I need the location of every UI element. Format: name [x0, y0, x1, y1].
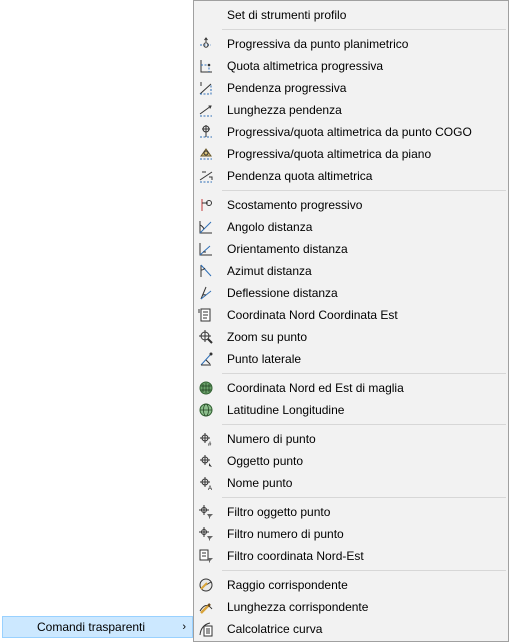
- menu-item[interactable]: Filtro oggetto punto: [194, 501, 508, 523]
- menu-item-label: Numero di punto: [227, 432, 316, 446]
- menu-item[interactable]: Set di strumenti profilo: [194, 4, 508, 26]
- menu-separator: [194, 567, 508, 574]
- menu-item[interactable]: Lunghezza corrispondente: [194, 596, 508, 618]
- menu-item[interactable]: Angolo distanza: [194, 216, 508, 238]
- station-offset-icon: [198, 197, 214, 213]
- azimuth-distance-icon: [198, 263, 214, 279]
- menu-item[interactable]: Deflessione distanza: [194, 282, 508, 304]
- point-object-filter-icon: [198, 504, 214, 520]
- menu-item[interactable]: Orientamento distanza: [194, 238, 508, 260]
- menu-item[interactable]: Zoom su punto: [194, 326, 508, 348]
- menu-item-label: Filtro numero di punto: [227, 527, 344, 541]
- menu-item-label: Filtro oggetto punto: [227, 505, 331, 519]
- latitude-longitude-icon: [198, 402, 214, 418]
- menu-item[interactable]: Lunghezza pendenza: [194, 99, 508, 121]
- menu-item[interactable]: Calcolatrice curva: [194, 618, 508, 640]
- grade-elevation-icon: [198, 168, 214, 184]
- point-object-icon: [198, 453, 214, 469]
- menu-separator: [194, 421, 508, 428]
- menu-item-label: Azimut distanza: [227, 264, 312, 278]
- menu-item-label: Lunghezza pendenza: [227, 103, 342, 117]
- station-from-plan-icon: [198, 36, 214, 52]
- match-radius-icon: [198, 577, 214, 593]
- grade-length-icon: [198, 102, 214, 118]
- menu-item-label: Punto laterale: [227, 352, 302, 366]
- menu-item-comandi-trasparenti[interactable]: Comandi trasparenti ›: [2, 616, 193, 638]
- cogo-point-elevation-icon: [198, 124, 214, 140]
- surface-elevation-icon: [198, 146, 214, 162]
- menu-item-label: Calcolatrice curva: [227, 622, 323, 636]
- menu-item-label: Pendenza progressiva: [227, 81, 347, 95]
- grid-northing-easting-icon: [198, 380, 214, 396]
- menu-item-label: Latitudine Longitudine: [227, 403, 345, 417]
- menu-item[interactable]: Pendenza quota altimetrica: [194, 165, 508, 187]
- menu-separator: [194, 370, 508, 377]
- menu-separator: [194, 26, 508, 33]
- menu-item[interactable]: Progressiva da punto planimetrico: [194, 33, 508, 55]
- menu-item[interactable]: Progressiva/quota altimetrica da piano: [194, 143, 508, 165]
- menu-item-label: Coordinata Nord ed Est di maglia: [227, 381, 404, 395]
- menu-item-label: Lunghezza corrispondente: [227, 600, 369, 614]
- menu-item-label: Zoom su punto: [227, 330, 308, 344]
- angle-distance-icon: [198, 219, 214, 235]
- northing-easting-icon: [198, 307, 214, 323]
- grade-station-icon: [198, 80, 214, 96]
- menu-item-label: Nome punto: [227, 476, 293, 490]
- menu-item-label: Pendenza quota altimetrica: [227, 169, 373, 183]
- menu-item[interactable]: Azimut distanza: [194, 260, 508, 282]
- menu-item-label: Raggio corrispondente: [227, 578, 348, 592]
- menu-item[interactable]: Filtro numero di punto: [194, 523, 508, 545]
- point-number-icon: #: [198, 431, 214, 447]
- menu-item[interactable]: Pendenza progressiva: [194, 77, 508, 99]
- menu-item[interactable]: Scostamento progressivo: [194, 194, 508, 216]
- menu-item-label: Set di strumenti profilo: [227, 8, 347, 22]
- zoom-to-point-icon: [198, 329, 214, 345]
- match-length-icon: [198, 599, 214, 615]
- submenu-items: Set di strumenti profilo Progressiva da p…: [194, 4, 508, 640]
- menu-item[interactable]: A Nome punto: [194, 472, 508, 494]
- menu-separator: [194, 494, 508, 501]
- menu-item[interactable]: Quota altimetrica progressiva: [194, 55, 508, 77]
- menu-item-label: Oggetto punto: [227, 454, 304, 468]
- menu-item[interactable]: Coordinata Nord ed Est di maglia: [194, 377, 508, 399]
- point-number-filter-icon: [198, 526, 214, 542]
- menu-item[interactable]: Progressiva/quota altimetrica da punto C…: [194, 121, 508, 143]
- menu-item[interactable]: Raggio corrispondente: [194, 574, 508, 596]
- menu-item[interactable]: Latitudine Longitudine: [194, 399, 508, 421]
- station-elevation-icon: [198, 58, 214, 74]
- menu-item-label: Coordinata Nord Coordinata Est: [227, 308, 398, 322]
- svg-text:A: A: [208, 486, 212, 491]
- menu-item[interactable]: Oggetto punto: [194, 450, 508, 472]
- deflection-distance-icon: [198, 285, 214, 301]
- menu-item[interactable]: Coordinata Nord Coordinata Est: [194, 304, 508, 326]
- menu-item-label: Scostamento progressivo: [227, 198, 363, 212]
- bearing-distance-icon: [198, 241, 214, 257]
- curve-calculator-icon: [198, 621, 214, 637]
- menu-item-label: Filtro coordinata Nord-Est: [227, 549, 364, 563]
- submenu-arrow-icon: ›: [182, 621, 186, 633]
- menu-item-label: Angolo distanza: [227, 220, 313, 234]
- menu-item[interactable]: Filtro coordinata Nord-Est: [194, 545, 508, 567]
- side-shot-icon: [198, 351, 214, 367]
- menu-item-label: Progressiva/quota altimetrica da punto C…: [227, 125, 472, 139]
- menu-item-label: Deflessione distanza: [227, 286, 338, 300]
- menu-item-label: Quota altimetrica progressiva: [227, 59, 384, 73]
- menu-item-label: Progressiva da punto planimetrico: [227, 37, 409, 51]
- menu-item[interactable]: # Numero di punto: [194, 428, 508, 450]
- point-name-icon: A: [198, 475, 214, 491]
- menu-item-label: Comandi trasparenti: [37, 620, 146, 634]
- svg-text:#: #: [208, 442, 212, 447]
- northing-easting-filter-icon: [198, 548, 214, 564]
- menu-separator: [194, 187, 508, 194]
- submenu-panel: Set di strumenti profilo Progressiva da p…: [193, 0, 509, 642]
- menu-item-label: Orientamento distanza: [227, 242, 348, 256]
- menu-item[interactable]: Punto laterale: [194, 348, 508, 370]
- menu-item-label: Progressiva/quota altimetrica da piano: [227, 147, 432, 161]
